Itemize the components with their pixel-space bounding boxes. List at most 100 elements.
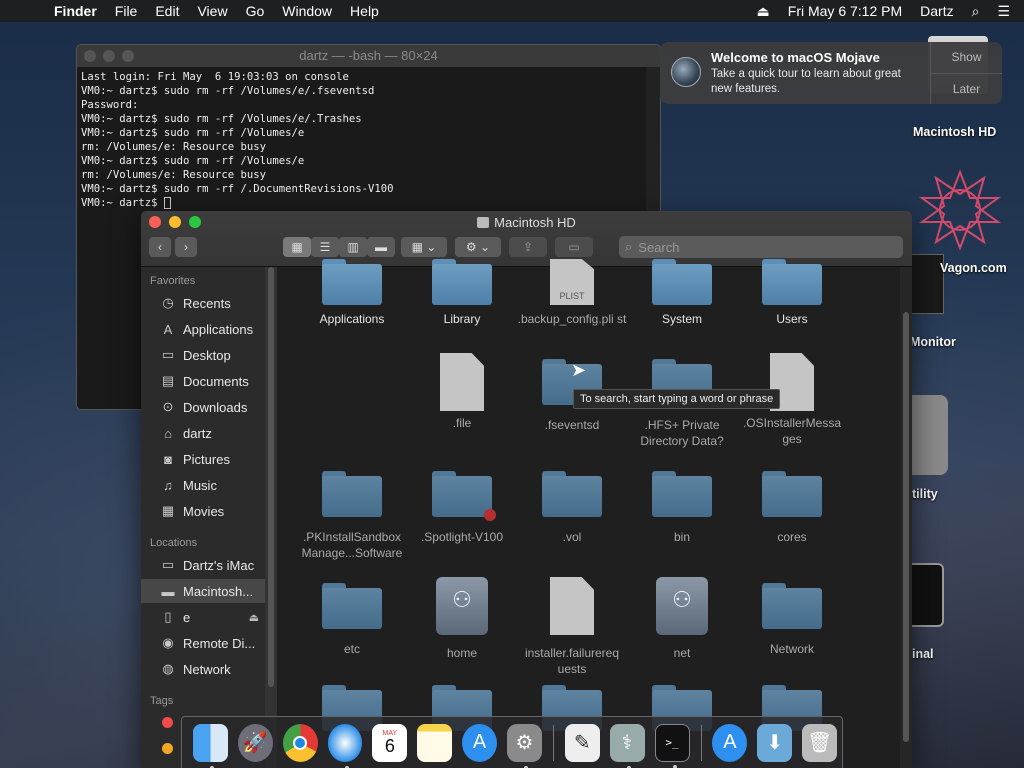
item-etc[interactable]: etc	[297, 583, 407, 657]
mojave-icon	[671, 57, 701, 87]
item-bin[interactable]: bin	[627, 471, 737, 545]
dock-launchpad-icon[interactable]: 🚀	[237, 723, 273, 762]
sidebar-item-label: Downloads	[183, 399, 248, 415]
item-installer-failure[interactable]: installer.failurereq uests	[517, 577, 627, 677]
menu-edit[interactable]: Edit	[155, 3, 179, 19]
desktop-label-utility[interactable]: tility	[912, 487, 938, 501]
desktop-vagon-icon[interactable]	[918, 168, 1002, 252]
computer-icon: ▭	[161, 557, 175, 572]
desktop-label-vagon[interactable]: Vagon.com	[940, 261, 1007, 275]
sidebar-item-dartz[interactable]: ⌂ dartz	[141, 421, 265, 445]
content-scrollbar[interactable]	[900, 267, 912, 768]
menu-window[interactable]: Window	[282, 3, 332, 19]
menu-help[interactable]: Help	[350, 3, 379, 19]
dock-system-preferences-icon[interactable]: ⚙	[507, 723, 542, 768]
group-button[interactable]: ▦ ⌄	[401, 237, 447, 257]
sidebar-item-remote-disc[interactable]: ◉ Remote Di...	[141, 631, 265, 655]
dock-calendar-icon[interactable]: MAY 6	[372, 723, 408, 762]
icon-view-button[interactable]: ▦	[283, 237, 311, 257]
notification-center-icon[interactable]: ☰	[997, 3, 1010, 20]
dock-downloads-folder-icon[interactable]: ⬇	[757, 723, 793, 762]
sidebar-item-network[interactable]: ◍ Network	[141, 657, 265, 681]
finder-window[interactable]: Macintosh HD ‹ › ▦ ☰ ▥ ▬ ▦ ⌄ ⚙ ⌄ ⇪ ▭ ⌕ Se…	[141, 211, 912, 768]
menu-go[interactable]: Go	[246, 3, 265, 19]
item-network[interactable]: Network	[737, 583, 847, 657]
disk-utility-icon[interactable]	[910, 395, 948, 475]
sidebar-item-label: Recents	[183, 295, 231, 311]
back-button[interactable]: ‹	[149, 237, 171, 257]
desktop-label-monitor[interactable]: Monitor	[910, 335, 956, 349]
notification-later-button[interactable]: Later	[931, 73, 1002, 104]
menu-app-finder[interactable]: Finder	[54, 3, 97, 19]
dock-chrome-icon[interactable]	[282, 723, 318, 762]
sidebar-item-downloads[interactable]: ⊙ Downloads	[141, 395, 265, 419]
item-label: .Spotlight-V100	[420, 530, 504, 544]
share-button[interactable]: ⇪	[509, 237, 547, 257]
forward-button[interactable]: ›	[175, 237, 197, 257]
close-button[interactable]	[84, 50, 96, 62]
item-system[interactable]: System	[627, 259, 737, 327]
sidebar-item-movies[interactable]: ▦ Movies	[141, 499, 265, 523]
sidebar-item-recents[interactable]: ◷ Recents	[141, 291, 265, 315]
item-applications[interactable]: Applications	[297, 259, 407, 327]
desktop-label-macintosh-hd[interactable]: Macintosh HD	[913, 125, 996, 139]
item-library[interactable]: Library	[407, 259, 517, 327]
clock[interactable]: Fri May 6 7:12 PM	[788, 3, 902, 19]
sidebar-item-e[interactable]: ▯ e ⏏	[141, 605, 265, 629]
column-view-button[interactable]: ▥	[339, 237, 367, 257]
item-users[interactable]: Users	[737, 259, 847, 327]
eject-icon[interactable]: ⏏	[757, 3, 770, 20]
user-name[interactable]: Dartz	[920, 3, 953, 19]
item-file[interactable]: .file	[407, 353, 517, 431]
notification-banner[interactable]: Welcome to macOS Mojave Take a quick tou…	[660, 42, 1002, 104]
sidebar-item-applications[interactable]: A Applications	[141, 317, 265, 341]
item-vol[interactable]: .vol	[517, 471, 627, 545]
dock-notes-icon[interactable]	[417, 723, 453, 762]
tags-button[interactable]: ▭	[555, 237, 593, 257]
item-home[interactable]: ⚇ home	[407, 577, 517, 661]
dock-terminal-icon[interactable]: >_	[654, 723, 690, 768]
minimize-button[interactable]	[103, 50, 115, 62]
item-spotlight[interactable]: .Spotlight-V100	[407, 471, 517, 545]
document-icon: ▤	[161, 373, 175, 388]
zoom-button[interactable]	[122, 50, 134, 62]
sidebar-item-desktop[interactable]: ▭ Desktop	[141, 343, 265, 367]
dock-disk-utility-icon[interactable]: ⚕	[609, 723, 645, 768]
notification-show-button[interactable]: Show	[931, 42, 1002, 73]
sidebar-item-label: Macintosh...	[183, 583, 254, 599]
activity-monitor-icon[interactable]	[910, 254, 944, 314]
eject-icon[interactable]: ⏏	[249, 611, 259, 624]
sidebar-item-imac[interactable]: ▭ Dartz's iMac	[141, 553, 265, 577]
spotlight-icon[interactable]: ⌕	[972, 3, 980, 20]
dock-trash-icon[interactable]: 🗑	[802, 723, 838, 762]
action-button[interactable]: ⚙ ⌄	[455, 237, 501, 257]
sidebar-item-documents[interactable]: ▤ Documents	[141, 369, 265, 393]
item-cores[interactable]: cores	[737, 471, 847, 545]
tag-red[interactable]	[162, 717, 173, 728]
dock-app-store-downloads-icon[interactable]: A	[712, 723, 748, 762]
file-browser[interactable]: Applications Library PLIST .backup_config…	[277, 259, 912, 768]
gear-icon: ⚙ ⌄	[465, 240, 491, 254]
terminal-app-icon[interactable]	[912, 563, 944, 627]
terminal-line: Last login: Fri May 6 19:03:03 on consol…	[81, 71, 349, 83]
gallery-view-button[interactable]: ▬	[367, 237, 395, 257]
terminal-titlebar[interactable]: dartz — -bash — 80×24	[77, 45, 660, 67]
list-view-button[interactable]: ☰	[311, 237, 339, 257]
dock-finder-icon[interactable]	[193, 723, 228, 768]
item-pkinstall[interactable]: .PKInstallSandbox Manage...Software	[297, 471, 407, 561]
sidebar-scrollbar[interactable]	[265, 267, 277, 768]
sidebar-item-macintosh-hd[interactable]: ▬ Macintosh...	[141, 579, 265, 603]
search-field[interactable]: ⌕ Search	[619, 236, 903, 258]
item-net[interactable]: ⚇ net	[627, 577, 737, 661]
dock-app-store-icon[interactable]: A	[462, 723, 498, 762]
tag-orange[interactable]	[162, 743, 173, 754]
sidebar-item-music[interactable]: ♫ Music	[141, 473, 265, 497]
menu-file[interactable]: File	[115, 3, 138, 19]
sidebar-item-pictures[interactable]: ◙ Pictures	[141, 447, 265, 471]
item-backup-config[interactable]: PLIST .backup_config.pli st	[517, 259, 627, 327]
terminal-output[interactable]: Last login: Fri May 6 19:03:03 on consol…	[77, 67, 660, 213]
dock-textedit-icon[interactable]: ✎	[564, 723, 600, 762]
dock-safari-icon[interactable]	[327, 723, 363, 768]
desktop-label-terminal[interactable]: inal	[912, 647, 934, 661]
menu-view[interactable]: View	[197, 3, 227, 19]
